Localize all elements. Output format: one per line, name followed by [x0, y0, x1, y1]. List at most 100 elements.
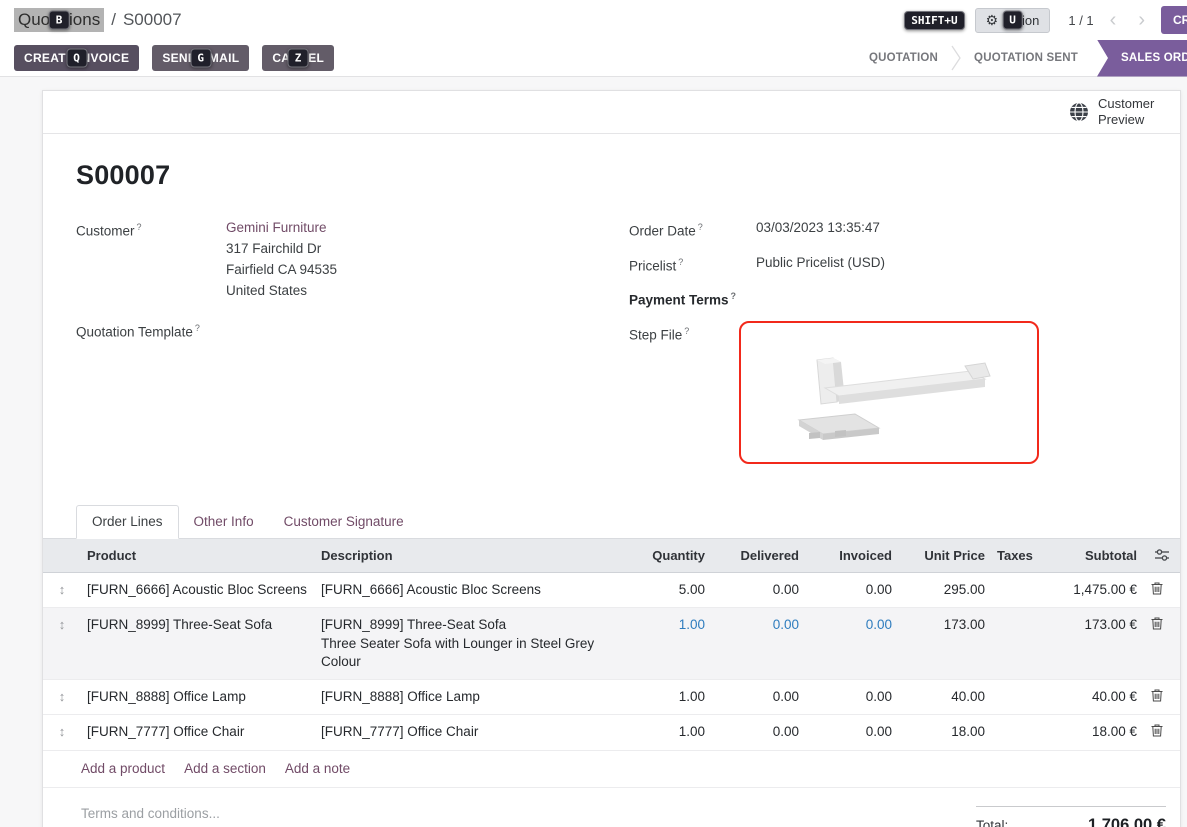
header-delivered[interactable]: Delivered: [711, 548, 805, 563]
field-customer: Customer? Gemini Furniture 317 Fairchild…: [76, 217, 629, 301]
order-line-row[interactable]: ↕ [FURN_8999] Three-Seat Sofa[FURN_8999] …: [43, 608, 1180, 680]
customer-value-link[interactable]: Gemini Furniture: [226, 220, 327, 235]
header-subtotal[interactable]: Subtotal: [1053, 548, 1143, 563]
cancel-button[interactable]: CANCEL Z: [262, 45, 334, 71]
create-button[interactable]: CREATE: [1161, 6, 1187, 34]
header-product[interactable]: Product: [81, 548, 315, 563]
cell-description[interactable]: [FURN_7777] Office Chair: [315, 715, 615, 749]
globe-icon: [1069, 102, 1089, 122]
trash-icon: [1151, 617, 1163, 630]
cell-unit-price[interactable]: 40.00: [898, 680, 991, 714]
cell-unit-price[interactable]: 173.00: [898, 608, 991, 642]
header-taxes[interactable]: Taxes: [991, 548, 1053, 563]
cell-subtotal: 173.00 €: [1053, 608, 1143, 642]
cell-taxes[interactable]: [991, 715, 1053, 730]
add-a-section-link[interactable]: Add a section: [184, 761, 266, 776]
cell-product[interactable]: [FURN_6666] Acoustic Bloc Screens: [81, 573, 315, 607]
shortcut-hint-q: Q: [66, 49, 87, 68]
pricelist-label: Pricelist?: [629, 252, 756, 277]
cell-delivered[interactable]: 0.00: [711, 680, 805, 714]
cell-taxes[interactable]: [991, 608, 1053, 623]
order-line-row[interactable]: ↕ [FURN_8888] Office Lamp[FURN_8888] Offi…: [43, 680, 1180, 716]
cell-invoiced[interactable]: 0.00: [805, 608, 898, 642]
help-icon: ?: [684, 326, 689, 336]
help-icon: ?: [731, 291, 737, 301]
document-title: S00007: [76, 160, 1147, 191]
cell-subtotal: 18.00 €: [1053, 715, 1143, 749]
pricelist-value[interactable]: Public Pricelist (USD): [756, 252, 885, 277]
table-header-row: Product Description Quantity Delivered I…: [43, 539, 1180, 573]
shortcut-hint-g: G: [190, 49, 211, 68]
order-lines-rows: ↕[FURN_6666] Acoustic Bloc Screens[FURN_…: [43, 573, 1180, 751]
cell-invoiced[interactable]: 0.00: [805, 573, 898, 607]
trash-icon: [1151, 689, 1163, 702]
drag-handle-icon[interactable]: ↕: [59, 582, 66, 597]
status-step-quotation-sent[interactable]: QUOTATION SENT: [961, 52, 1091, 64]
drag-handle-icon[interactable]: ↕: [59, 617, 66, 632]
optional-columns-button[interactable]: [1143, 549, 1180, 561]
cell-invoiced[interactable]: 0.00: [805, 680, 898, 714]
header-description[interactable]: Description: [315, 548, 615, 563]
cell-delivered[interactable]: 0.00: [711, 573, 805, 607]
header-unit-price[interactable]: Unit Price: [898, 548, 991, 563]
cell-unit-price[interactable]: 18.00: [898, 715, 991, 749]
delete-line-button[interactable]: [1143, 573, 1180, 608]
delete-line-button[interactable]: [1143, 680, 1180, 715]
add-a-product-link[interactable]: Add a product: [81, 761, 165, 776]
step-file-image[interactable]: [739, 321, 1039, 464]
header-invoiced[interactable]: Invoiced: [805, 548, 898, 563]
quotation-template-label: Quotation Template?: [76, 318, 226, 343]
trash-icon: [1151, 582, 1163, 595]
status-step-quotation[interactable]: QUOTATION: [856, 52, 951, 64]
cell-taxes[interactable]: [991, 680, 1053, 695]
delete-line-button[interactable]: [1143, 608, 1180, 643]
cell-description[interactable]: [FURN_8999] Three-Seat SofaThree Seater …: [315, 608, 615, 679]
cell-invoiced[interactable]: 0.00: [805, 715, 898, 749]
breadcrumb-separator: /: [111, 10, 116, 30]
tab-customer-signature[interactable]: Customer Signature: [269, 506, 419, 538]
send-email-button[interactable]: SEND EMAIL G: [152, 45, 249, 71]
cell-subtotal: 40.00 €: [1053, 680, 1143, 714]
gear-icon: ⚙: [986, 13, 999, 27]
status-step-sales-order-active[interactable]: SALES ORDER: [1097, 40, 1187, 77]
add-a-note-link[interactable]: Add a note: [285, 761, 350, 776]
action-menu-button[interactable]: ⚙ Action U: [975, 8, 1051, 33]
trash-icon: [1151, 724, 1163, 737]
tab-other-info[interactable]: Other Info: [179, 506, 269, 538]
cell-quantity[interactable]: 5.00: [615, 573, 711, 607]
order-date-value[interactable]: 03/03/2023 13:35:47: [756, 217, 880, 242]
cell-unit-price[interactable]: 295.00: [898, 573, 991, 607]
header-action-buttons: CREATE INVOICE Q SEND EMAIL G CANCEL Z: [14, 45, 334, 71]
breadcrumb-quotations-link[interactable]: Quotations B: [14, 8, 104, 32]
cell-taxes[interactable]: [991, 573, 1053, 588]
drag-handle-icon[interactable]: ↕: [59, 689, 66, 704]
customer-address-line: United States: [226, 280, 337, 301]
table-footer-links: Add a product Add a section Add a note: [43, 751, 1180, 788]
cell-delivered[interactable]: 0.00: [711, 715, 805, 749]
terms-and-conditions-input[interactable]: Terms and conditions...: [81, 806, 220, 821]
pager-prev-button[interactable]: ‹: [1104, 10, 1123, 30]
pager-next-button[interactable]: ›: [1132, 10, 1151, 30]
cell-quantity[interactable]: 1.00: [615, 680, 711, 714]
field-step-file: Step File?: [629, 321, 1147, 464]
header-quantity[interactable]: Quantity: [615, 548, 711, 563]
form-fields: Customer? Gemini Furniture 317 Fairchild…: [76, 217, 1147, 474]
drag-handle-icon[interactable]: ↕: [59, 724, 66, 739]
pager-counter: 1 / 1: [1068, 13, 1093, 28]
tab-order-lines[interactable]: Order Lines: [76, 505, 179, 539]
cell-description[interactable]: [FURN_8888] Office Lamp: [315, 680, 615, 714]
cell-product[interactable]: [FURN_8888] Office Lamp: [81, 680, 315, 714]
cell-description[interactable]: [FURN_6666] Acoustic Bloc Screens: [315, 573, 615, 607]
create-invoice-button[interactable]: CREATE INVOICE Q: [14, 45, 139, 71]
customer-preview-button[interactable]: Customer Preview: [1069, 96, 1164, 129]
delete-line-button[interactable]: [1143, 715, 1180, 750]
cell-product[interactable]: [FURN_7777] Office Chair: [81, 715, 315, 749]
cell-quantity[interactable]: 1.00: [615, 608, 711, 642]
shortcut-hint-b: B: [49, 11, 70, 30]
column-adjust-icon: [1155, 549, 1169, 561]
cell-product[interactable]: [FURN_8999] Three-Seat Sofa: [81, 608, 315, 642]
cell-quantity[interactable]: 1.00: [615, 715, 711, 749]
order-line-row[interactable]: ↕ [FURN_7777] Office Chair[FURN_7777] Off…: [43, 715, 1180, 751]
order-line-row[interactable]: ↕ [FURN_6666] Acoustic Bloc Screens[FURN_…: [43, 573, 1180, 609]
cell-delivered[interactable]: 0.00: [711, 608, 805, 642]
